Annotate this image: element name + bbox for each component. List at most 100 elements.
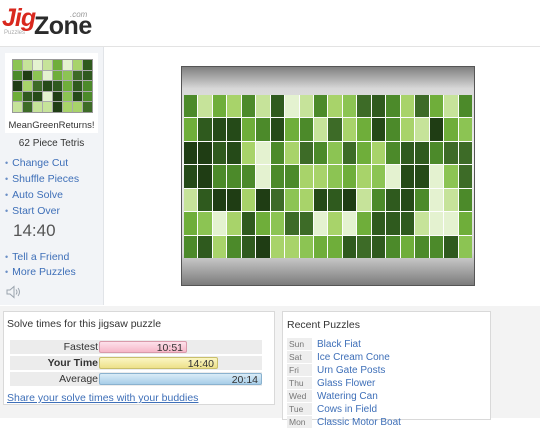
puzzle-piece[interactable] — [371, 165, 386, 188]
puzzle-piece[interactable] — [256, 118, 270, 141]
puzzle-piece[interactable] — [212, 95, 227, 118]
puzzle-thumbnail-image[interactable] — [12, 59, 93, 113]
puzzle-piece[interactable] — [357, 212, 371, 235]
puzzle-piece[interactable] — [429, 141, 444, 165]
puzzle-piece[interactable] — [212, 141, 227, 165]
puzzle-piece[interactable] — [386, 235, 400, 258]
change-cut-link[interactable]: Change Cut — [5, 155, 79, 171]
puzzle-board[interactable] — [181, 66, 475, 286]
puzzle-piece[interactable] — [342, 95, 357, 118]
puzzle-piece[interactable] — [444, 118, 458, 141]
puzzle-piece[interactable] — [400, 235, 415, 258]
recent-puzzle-item[interactable]: Sat Ice Cream Cone — [287, 351, 401, 364]
puzzle-pieces-grid[interactable] — [184, 95, 472, 258]
puzzle-piece[interactable] — [386, 165, 400, 188]
puzzle-piece[interactable] — [241, 95, 256, 118]
puzzle-piece[interactable] — [299, 165, 314, 188]
puzzle-piece[interactable] — [285, 212, 299, 235]
puzzle-piece[interactable] — [212, 188, 227, 212]
puzzle-piece[interactable] — [328, 141, 342, 165]
share-solve-times-link[interactable]: Share your solve times with your buddies — [7, 392, 198, 404]
puzzle-piece[interactable] — [241, 212, 256, 235]
puzzle-piece[interactable] — [444, 165, 458, 188]
puzzle-piece[interactable] — [328, 235, 342, 258]
puzzle-piece[interactable] — [342, 118, 357, 141]
puzzle-piece[interactable] — [227, 212, 241, 235]
puzzle-piece[interactable] — [444, 188, 458, 212]
puzzle-piece[interactable] — [299, 141, 314, 165]
puzzle-piece[interactable] — [342, 235, 357, 258]
puzzle-piece[interactable] — [198, 165, 212, 188]
recent-puzzle-link[interactable]: Urn Gate Posts — [317, 364, 385, 377]
puzzle-piece[interactable] — [342, 212, 357, 235]
puzzle-piece[interactable] — [198, 235, 212, 258]
jigzone-logo[interactable]: Jig Zone .com Puzzles — [2, 4, 102, 40]
speaker-icon[interactable] — [6, 285, 22, 299]
recent-puzzle-link[interactable]: Ice Cream Cone — [317, 351, 390, 364]
puzzle-piece[interactable] — [328, 95, 342, 118]
recent-puzzle-item[interactable]: Tue Cows in Field — [287, 403, 401, 416]
puzzle-piece[interactable] — [314, 165, 328, 188]
puzzle-piece[interactable] — [415, 212, 429, 235]
puzzle-piece[interactable] — [314, 188, 328, 212]
start-over-link[interactable]: Start Over — [5, 203, 79, 219]
recent-puzzle-link[interactable]: Black Fiat — [317, 338, 361, 351]
puzzle-piece[interactable] — [285, 188, 299, 212]
puzzle-piece[interactable] — [429, 118, 444, 141]
puzzle-piece[interactable] — [328, 118, 342, 141]
puzzle-piece[interactable] — [227, 141, 241, 165]
puzzle-piece[interactable] — [342, 141, 357, 165]
more-puzzles-link[interactable]: More Puzzles — [5, 265, 76, 280]
puzzle-piece[interactable] — [415, 165, 429, 188]
puzzle-piece[interactable] — [386, 141, 400, 165]
puzzle-piece[interactable] — [285, 95, 299, 118]
puzzle-piece[interactable] — [227, 95, 241, 118]
shuffle-pieces-link[interactable]: Shuffle Pieces — [5, 171, 79, 187]
puzzle-piece[interactable] — [415, 235, 429, 258]
puzzle-piece[interactable] — [184, 188, 198, 212]
puzzle-piece[interactable] — [371, 141, 386, 165]
puzzle-thumbnail-card[interactable]: MeanGreenReturns! — [5, 53, 98, 133]
puzzle-piece[interactable] — [184, 95, 198, 118]
puzzle-piece[interactable] — [314, 141, 328, 165]
puzzle-piece[interactable] — [212, 118, 227, 141]
recent-puzzle-item[interactable]: Thu Glass Flower — [287, 377, 401, 390]
puzzle-piece[interactable] — [256, 188, 270, 212]
puzzle-piece[interactable] — [198, 95, 212, 118]
puzzle-piece[interactable] — [386, 212, 400, 235]
recent-puzzle-item[interactable]: Wed Watering Can — [287, 390, 401, 403]
puzzle-piece[interactable] — [241, 118, 256, 141]
recent-puzzle-item[interactable]: Sun Black Fiat — [287, 338, 401, 351]
puzzle-piece[interactable] — [357, 165, 371, 188]
puzzle-piece[interactable] — [285, 165, 299, 188]
tell-a-friend-link[interactable]: Tell a Friend — [5, 250, 76, 265]
puzzle-piece[interactable] — [314, 235, 328, 258]
puzzle-piece[interactable] — [357, 235, 371, 258]
puzzle-piece[interactable] — [270, 235, 285, 258]
puzzle-piece[interactable] — [299, 95, 314, 118]
puzzle-piece[interactable] — [429, 188, 444, 212]
puzzle-piece[interactable] — [400, 95, 415, 118]
puzzle-piece[interactable] — [256, 212, 270, 235]
puzzle-piece[interactable] — [270, 118, 285, 141]
puzzle-piece[interactable] — [357, 95, 371, 118]
puzzle-piece[interactable] — [299, 188, 314, 212]
puzzle-piece[interactable] — [444, 212, 458, 235]
puzzle-piece[interactable] — [357, 118, 371, 141]
puzzle-piece[interactable] — [184, 165, 198, 188]
puzzle-piece[interactable] — [198, 188, 212, 212]
puzzle-piece[interactable] — [429, 235, 444, 258]
puzzle-piece[interactable] — [415, 118, 429, 141]
puzzle-piece[interactable] — [444, 235, 458, 258]
puzzle-piece[interactable] — [400, 165, 415, 188]
puzzle-piece[interactable] — [256, 141, 270, 165]
puzzle-piece[interactable] — [444, 95, 458, 118]
puzzle-piece[interactable] — [415, 95, 429, 118]
puzzle-piece[interactable] — [429, 165, 444, 188]
puzzle-piece[interactable] — [241, 141, 256, 165]
puzzle-piece[interactable] — [256, 235, 270, 258]
puzzle-piece[interactable] — [198, 212, 212, 235]
puzzle-piece[interactable] — [227, 118, 241, 141]
puzzle-piece[interactable] — [212, 235, 227, 258]
puzzle-piece[interactable] — [270, 141, 285, 165]
